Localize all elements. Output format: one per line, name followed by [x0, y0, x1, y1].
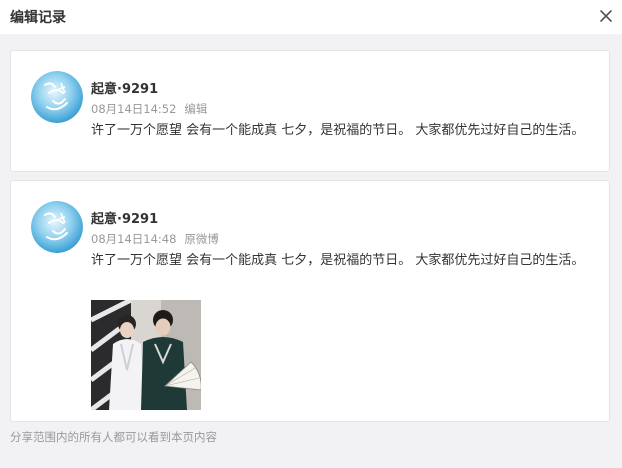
dialog-header: 编辑记录 [0, 0, 622, 34]
record-text: 许了一万个愿望 会有一个能成真 七夕，是祝福的节日。 大家都优先过好自己的生活。 [91, 253, 585, 268]
post-photo[interactable] [91, 300, 201, 410]
record-tag: 编辑 [184, 102, 208, 116]
username[interactable]: 起意·9291 [91, 208, 158, 227]
edit-record-card: 起意·9291 08月14日14:48 原微博 许了一万个愿望 会有一个能成真 七… [10, 180, 610, 422]
record-tag: 原微博 [184, 232, 219, 246]
avatar[interactable] [31, 201, 83, 253]
avatar[interactable] [31, 71, 83, 123]
record-time: 08月14日14:52 [91, 102, 177, 116]
record-time: 08月14日14:48 [91, 232, 177, 246]
visibility-note: 分享范围内的所有人都可以看到本页内容 [10, 430, 217, 444]
edit-record-card: 起意·9291 08月14日14:52 编辑 许了一万个愿望 会有一个能成真 七夕… [10, 50, 610, 172]
close-icon[interactable] [598, 8, 614, 24]
record-meta: 08月14日14:48 原微博 [91, 231, 219, 247]
username[interactable]: 起意·9291 [91, 78, 158, 97]
dialog-title: 编辑记录 [10, 10, 66, 26]
record-meta: 08月14日14:52 编辑 [91, 101, 207, 117]
record-text: 许了一万个愿望 会有一个能成真 七夕，是祝福的节日。 大家都优先过好自己的生活。 [91, 123, 585, 138]
